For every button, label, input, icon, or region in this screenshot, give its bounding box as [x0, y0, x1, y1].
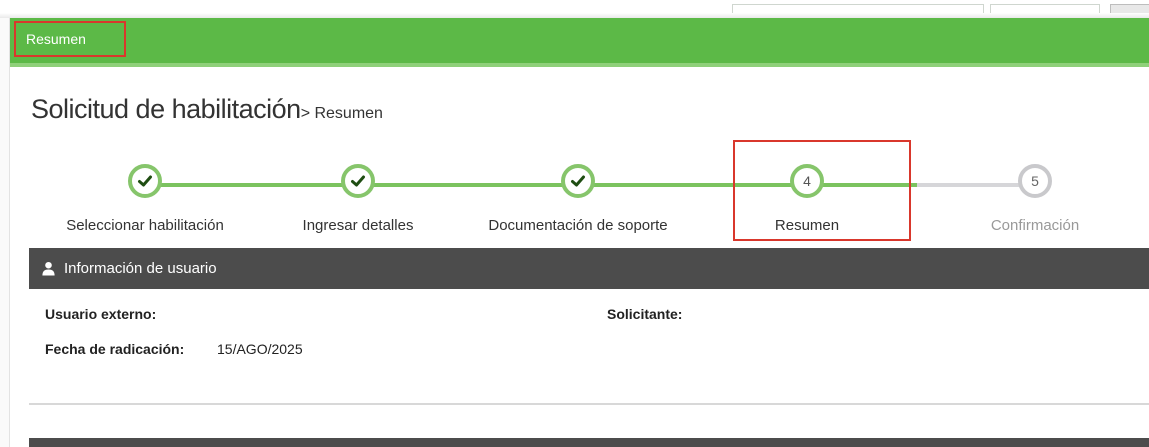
user-icon [42, 261, 55, 276]
current-step-highlight [733, 140, 911, 241]
user-info-panel: Información de usuario Usuario externo: … [29, 248, 1149, 405]
step-5-circle: 5 [1018, 164, 1052, 198]
progress-stepper: 4 5 Seleccionar habilitación Ingresar de… [10, 140, 1149, 250]
next-panel-header [29, 438, 1149, 447]
user-info-title: Información de usuario [64, 260, 217, 277]
step-connector-2-3 [358, 183, 578, 187]
step-connector-1-2 [145, 183, 358, 187]
checkmark-icon [351, 175, 365, 187]
page-title: Solicitud de habilitación> Resumen [31, 94, 383, 125]
step-2-label[interactable]: Ingresar detalles [303, 217, 414, 234]
nav-tab-resumen[interactable]: Resumen [14, 21, 126, 57]
filing-date-label: Fecha de radicación: [45, 341, 185, 357]
step-1-label[interactable]: Seleccionar habilitación [66, 217, 224, 234]
checkmark-icon [571, 175, 585, 187]
filing-date-value: 15/AGO/2025 [217, 341, 303, 357]
left-edge-border [0, 18, 10, 447]
external-user-label: Usuario externo: [45, 306, 157, 322]
step-3-label[interactable]: Documentación de soporte [488, 217, 667, 234]
user-info-header: Información de usuario [29, 248, 1149, 289]
step-2-circle [341, 164, 375, 198]
step-5-label: Confirmación [990, 217, 1080, 234]
applicant-label: Solicitante: [607, 306, 683, 322]
page-title-text: Solicitud de habilitación [31, 94, 301, 124]
checkmark-icon [138, 175, 152, 187]
breadcrumb: > Resumen [300, 105, 383, 122]
nav-bar: Resumen [10, 18, 1149, 67]
step-3-circle [561, 164, 595, 198]
step-1-circle [128, 164, 162, 198]
